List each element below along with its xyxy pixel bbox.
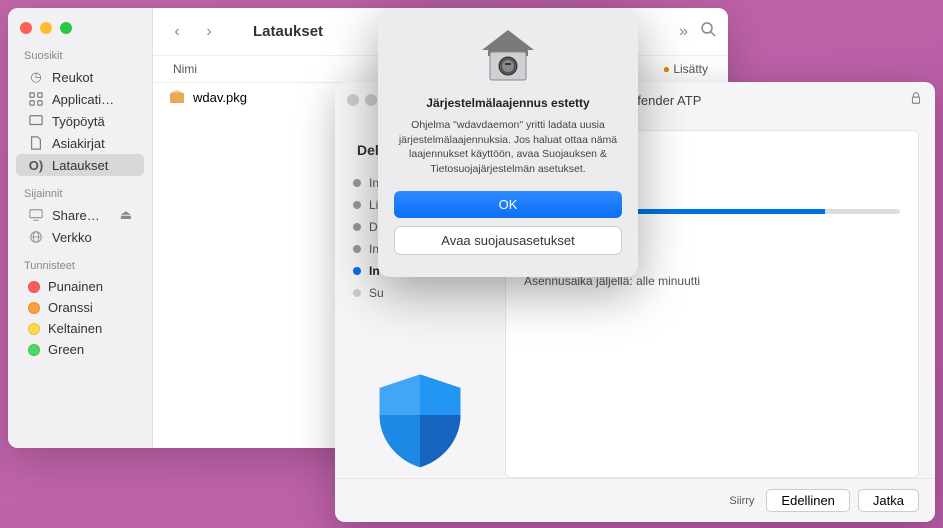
fullscreen-window-button[interactable] [60,22,72,34]
apps-icon [28,91,44,107]
network-icon [28,229,44,245]
sidebar-item-label: Keltainen [48,321,102,336]
tag-dot-icon [28,323,40,335]
ok-button[interactable]: OK [394,191,622,218]
defender-shield-icon [375,370,465,470]
sidebar-item-reukot[interactable]: ◷ Reukot [16,66,144,88]
document-icon [28,135,44,151]
column-added[interactable]: Lisätty [673,62,708,76]
installer-step: Su [345,282,495,304]
sidebar-item-label: Verkko [52,230,92,245]
sidebar-item-label: Punainen [48,279,103,294]
traffic-lights [8,18,152,46]
downloads-icon: O) [28,157,44,173]
close-window-button[interactable] [347,94,359,106]
alert-title: Järjestelmälaajennus estetty [394,96,622,110]
sidebar-item-label: Lataukset [52,158,108,173]
clock-icon: ◷ [28,69,44,85]
sidebar-tag-orange[interactable]: Oranssi [16,297,144,318]
display-icon [28,207,44,223]
sidebar-item-label: Työpöytä [52,114,105,129]
continue-button[interactable]: Jatka [858,489,919,512]
open-security-settings-button[interactable]: Avaa suojausasetukset [394,226,622,255]
search-icon[interactable] [700,21,716,42]
sidebar-tag-yellow[interactable]: Keltainen [16,318,144,339]
back-button[interactable]: Edellinen [766,489,850,512]
close-window-button[interactable] [20,22,32,34]
sidebar-item-label: Applicati… [52,92,114,107]
sidebar-locations-heading: Sijainnit [8,186,152,204]
sidebar-tag-red[interactable]: Punainen [16,276,144,297]
sidebar-item-network[interactable]: Verkko [16,226,144,248]
sidebar-item-label: Asiakirjat [52,136,105,151]
system-extension-blocked-dialog: Järjestelmälaajennus estetty Ohjelma "wd… [378,8,638,277]
more-icon[interactable]: » [679,23,688,41]
security-house-icon [478,26,538,86]
tag-dot-icon [28,302,40,314]
sidebar-tag-green[interactable]: Green [16,339,144,360]
sidebar-tags-heading: Tunnisteet [8,258,152,276]
back-button[interactable]: ‹ [165,20,189,44]
sidebar-item-label: Reukot [52,70,93,85]
minimize-window-button[interactable] [40,22,52,34]
sidebar-item-desktop[interactable]: Työpöytä [16,110,144,132]
sidebar-favorites-heading: Suosikit [8,48,152,66]
alert-body-text: Ohjelma "wdavdaemon" yritti ladata uusia… [394,118,622,177]
sidebar-item-label: Oranssi [48,300,93,315]
finder-title: Lataukset [253,23,323,40]
desktop-icon [28,113,44,129]
sidebar-item-documents[interactable]: Asiakirjat [16,132,144,154]
installer-footer: Siirry Edellinen Jatka [335,478,935,522]
sidebar-item-label: Green [48,342,84,357]
forward-button[interactable]: › [197,20,221,44]
lock-icon[interactable] [909,91,923,110]
sidebar-item-label: Share… [52,208,100,223]
package-icon [169,89,185,105]
minimize-window-button[interactable] [365,94,377,106]
eject-icon[interactable]: ⏏ [120,207,132,223]
sidebar-item-downloads[interactable]: O) Lataukset [16,154,144,176]
finder-sidebar: Suosikit ◷ Reukot Applicati… Työpöytä [8,8,153,448]
file-name: wdav.pkg [193,90,247,105]
go-back-small-label: Siirry [729,495,754,507]
sidebar-item-share[interactable]: Share… ⏏ [16,204,144,226]
tag-dot-icon [28,281,40,293]
sidebar-item-applications[interactable]: Applicati… [16,88,144,110]
tag-dot-icon [28,344,40,356]
